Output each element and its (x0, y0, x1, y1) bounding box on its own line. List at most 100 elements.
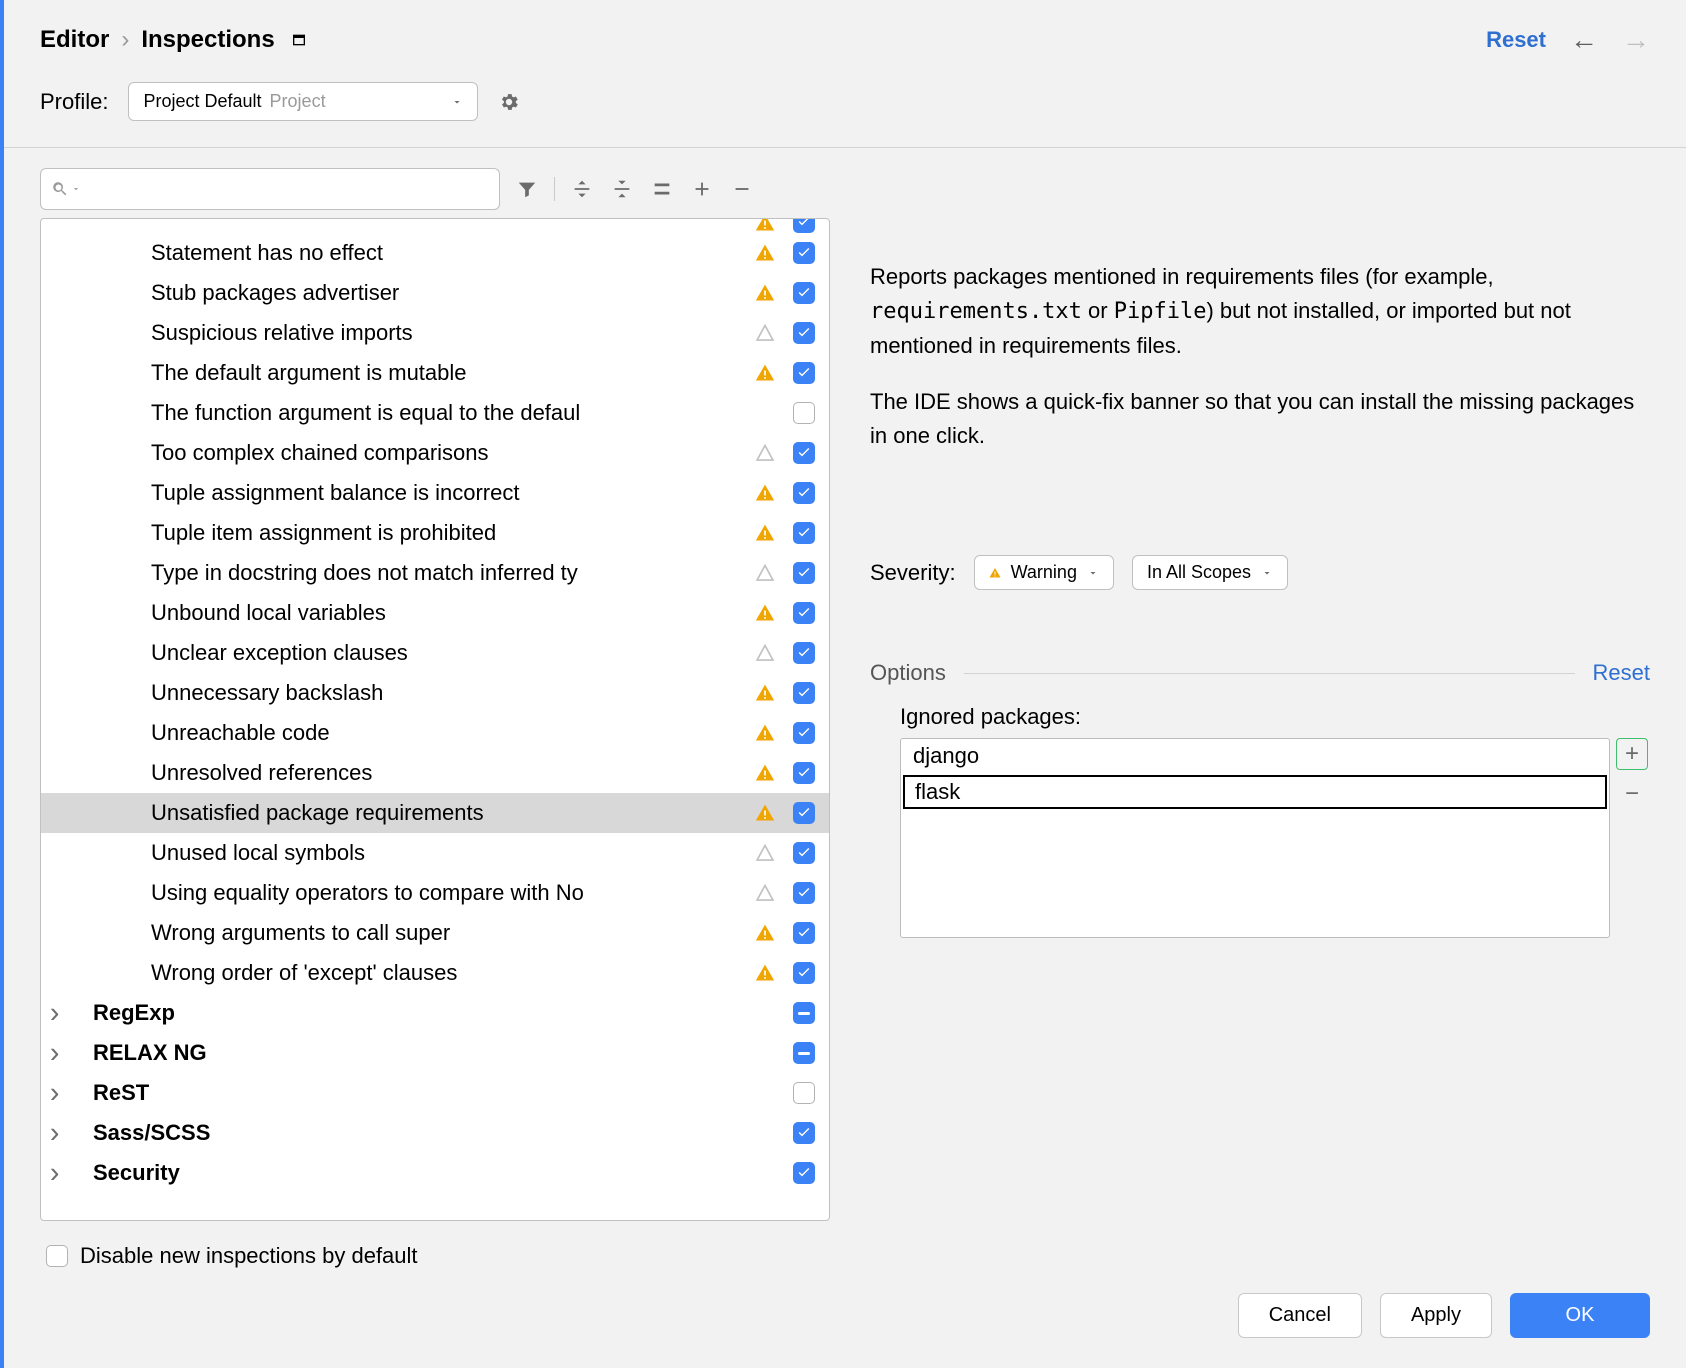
add-icon[interactable] (689, 176, 715, 202)
weak-warning-icon (755, 323, 775, 343)
search-input[interactable] (40, 168, 500, 210)
remove-ignored-button[interactable]: − (1616, 778, 1648, 810)
inspection-group[interactable]: RELAX NG (41, 1033, 829, 1073)
show-in-window-icon[interactable] (291, 32, 307, 48)
checkbox[interactable] (793, 922, 815, 944)
checkbox[interactable] (793, 1002, 815, 1024)
breadcrumb-parent[interactable]: Editor (40, 26, 109, 54)
tree-toolbar (40, 168, 830, 210)
breadcrumb-sep: › (121, 26, 129, 54)
inspection-row[interactable]: Unsatisfied package requirements (41, 793, 829, 833)
warning-icon (755, 243, 775, 263)
checkbox[interactable] (793, 402, 815, 424)
checkbox[interactable] (793, 242, 815, 264)
inspection-group[interactable]: Security (41, 1153, 829, 1193)
chevron-right-icon[interactable] (51, 1160, 67, 1186)
checkbox[interactable] (793, 802, 815, 824)
inspection-row[interactable]: The default argument is mutable (41, 353, 829, 393)
checkbox[interactable] (793, 442, 815, 464)
inspection-row[interactable]: Wrong order of 'except' clauses (41, 953, 829, 993)
checkbox[interactable] (793, 1042, 815, 1064)
list-item[interactable]: django (901, 739, 1609, 773)
inspection-row[interactable]: Tuple assignment balance is incorrect (41, 473, 829, 513)
gear-icon[interactable] (498, 91, 520, 113)
checkbox[interactable] (793, 1162, 815, 1184)
options-reset-link[interactable]: Reset (1593, 660, 1650, 686)
severity-select[interactable]: Warning (974, 555, 1114, 590)
checkbox[interactable] (793, 322, 815, 344)
inspection-label: Statement has no effect (59, 240, 751, 266)
checkbox[interactable] (793, 562, 815, 584)
scope-select[interactable]: In All Scopes (1132, 555, 1288, 590)
chevron-right-icon[interactable] (51, 1120, 67, 1146)
chevron-right-icon[interactable] (51, 1000, 67, 1026)
inspection-label: Unused local symbols (59, 840, 751, 866)
inspection-row[interactable]: Unreachable code (41, 713, 829, 753)
checkbox[interactable] (793, 842, 815, 864)
apply-button[interactable]: Apply (1380, 1293, 1492, 1338)
checkbox[interactable] (793, 482, 815, 504)
inspection-row[interactable]: The function argument is equal to the de… (41, 393, 829, 433)
profile-select[interactable]: Project Default Project (128, 82, 478, 121)
inspection-group[interactable]: ReST (41, 1073, 829, 1113)
back-arrow-icon[interactable]: ← (1570, 24, 1598, 56)
inspection-row[interactable]: Unbound local variables (41, 593, 829, 633)
inspection-row[interactable]: Stub packages advertiser (41, 273, 829, 313)
disable-new-checkbox[interactable] (46, 1245, 68, 1267)
checkbox[interactable] (793, 682, 815, 704)
checkbox[interactable] (793, 282, 815, 304)
inspection-row[interactable]: Tuple item assignment is prohibited (41, 513, 829, 553)
cancel-button[interactable]: Cancel (1238, 1293, 1362, 1338)
checkbox[interactable] (793, 882, 815, 904)
warning-icon (755, 763, 775, 783)
inspection-row[interactable]: Type in docstring does not match inferre… (41, 553, 829, 593)
inspection-group[interactable]: RegExp (41, 993, 829, 1033)
inspection-row[interactable]: Unused local symbols (41, 833, 829, 873)
checkbox[interactable] (793, 722, 815, 744)
inspection-group[interactable]: Sass/SCSS (41, 1113, 829, 1153)
desc-text: The IDE shows a quick-fix banner so that… (870, 385, 1650, 453)
profile-label: Profile: (40, 89, 108, 115)
inspection-row[interactable]: Too complex chained comparisons (41, 433, 829, 473)
ignored-packages-list[interactable]: djangoflask (900, 738, 1610, 938)
show-level-icon[interactable] (649, 176, 675, 202)
checkbox[interactable] (793, 762, 815, 784)
list-item[interactable]: flask (903, 775, 1607, 809)
chevron-down-icon (451, 96, 463, 108)
checkbox[interactable] (793, 522, 815, 544)
disable-new-row[interactable]: Disable new inspections by default (40, 1221, 830, 1269)
weak-warning-icon (755, 443, 775, 463)
checkbox[interactable] (793, 362, 815, 384)
severity-row: Severity: Warning In All Scopes (870, 555, 1650, 590)
add-ignored-button[interactable]: + (1616, 738, 1648, 770)
expand-all-icon[interactable] (569, 176, 595, 202)
checkbox[interactable] (793, 219, 815, 233)
chevron-right-icon[interactable] (51, 1040, 67, 1066)
inspection-label: Wrong arguments to call super (59, 920, 751, 946)
checkbox[interactable] (793, 602, 815, 624)
checkbox[interactable] (793, 1122, 815, 1144)
inspections-tree[interactable]: . Statement has no effect Stub packages ad… (40, 218, 830, 1221)
ok-button[interactable]: OK (1510, 1293, 1650, 1338)
inspection-row[interactable]: Unclear exception clauses (41, 633, 829, 673)
group-label: RELAX NG (59, 1040, 751, 1066)
inspection-row[interactable]: . (41, 219, 829, 233)
group-label: ReST (59, 1080, 751, 1106)
chevron-right-icon[interactable] (51, 1080, 67, 1106)
inspection-label: Unsatisfied package requirements (59, 800, 751, 826)
checkbox[interactable] (793, 1082, 815, 1104)
inspection-row[interactable]: Unnecessary backslash (41, 673, 829, 713)
checkbox[interactable] (793, 962, 815, 984)
inspection-row[interactable]: Suspicious relative imports (41, 313, 829, 353)
remove-icon[interactable] (729, 176, 755, 202)
checkbox[interactable] (793, 642, 815, 664)
reset-link[interactable]: Reset (1486, 27, 1546, 53)
forward-arrow-icon: → (1622, 24, 1650, 56)
inspection-row[interactable]: Statement has no effect (41, 233, 829, 273)
inspection-row[interactable]: Unresolved references (41, 753, 829, 793)
filter-icon[interactable] (514, 176, 540, 202)
collapse-all-icon[interactable] (609, 176, 635, 202)
inspection-row[interactable]: Using equality operators to compare with… (41, 873, 829, 913)
inspection-row[interactable]: Wrong arguments to call super (41, 913, 829, 953)
desc-code: Pipfile (1114, 299, 1207, 324)
